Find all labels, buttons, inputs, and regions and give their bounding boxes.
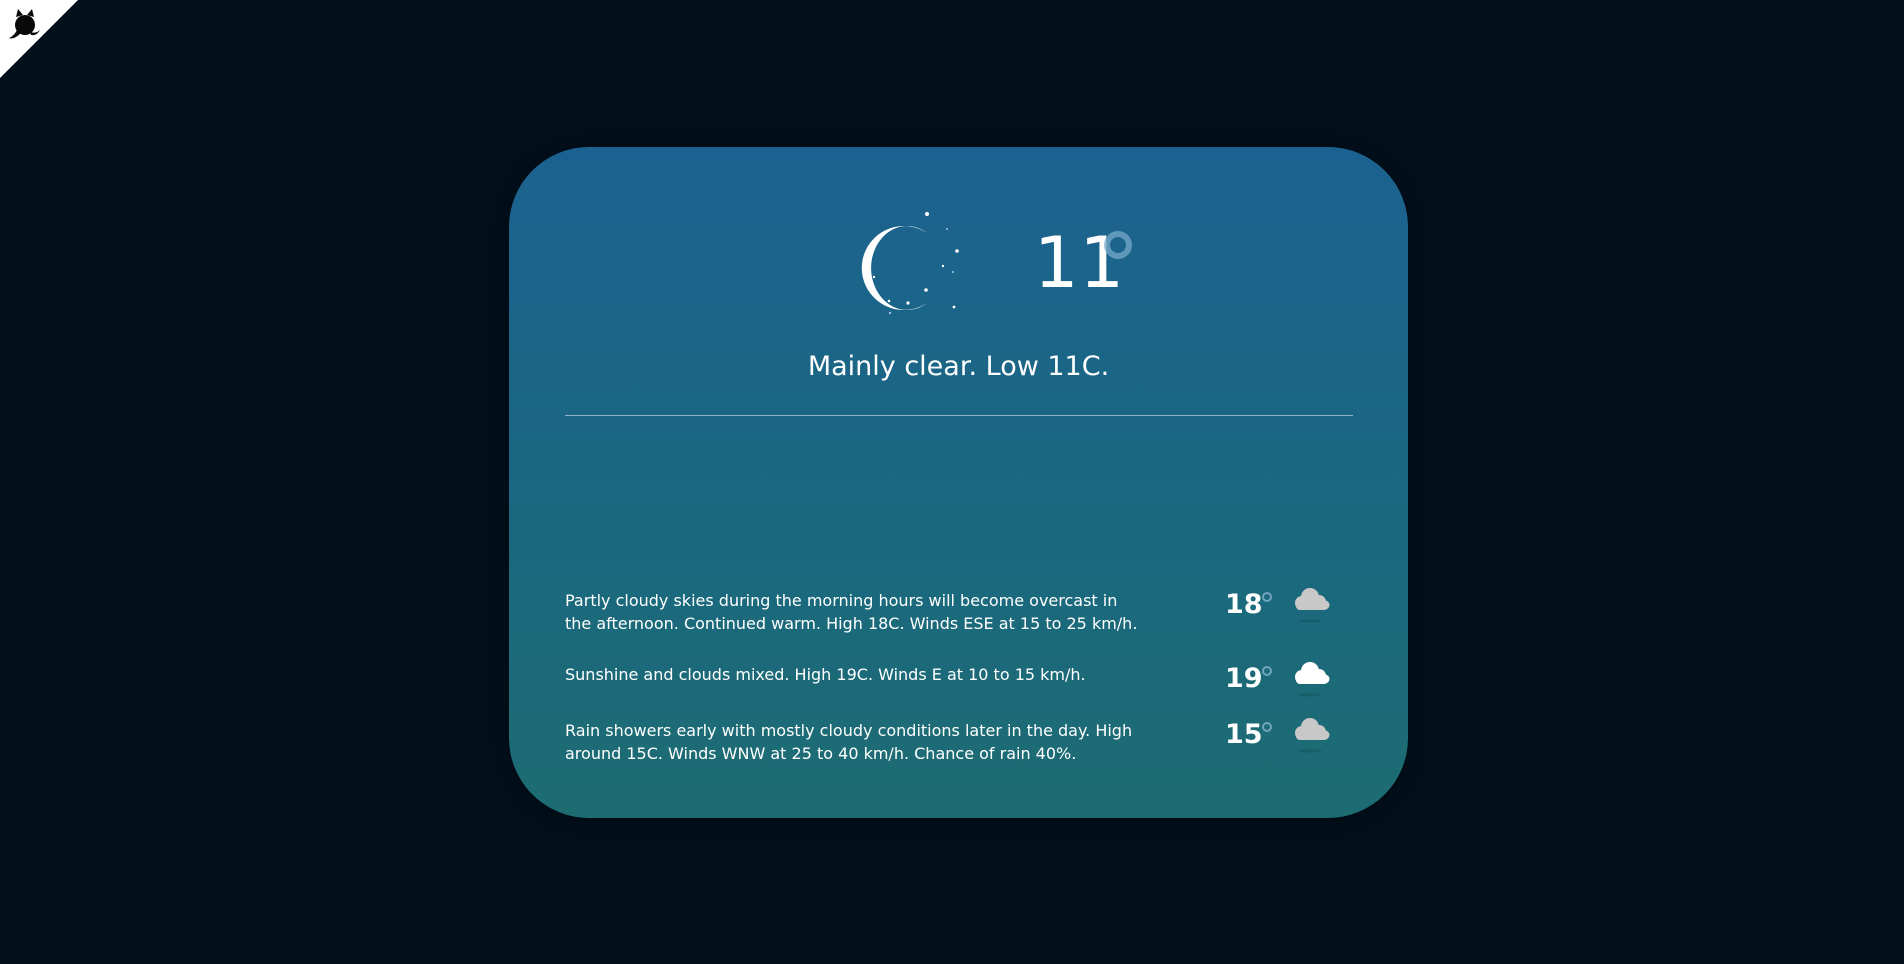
- moon-stars-icon: [861, 212, 959, 315]
- forecast-text: Rain showers early with mostly cloudy co…: [565, 721, 1133, 763]
- forecast-temperature: 18: [1225, 589, 1263, 620]
- degree-symbol-icon: [1262, 722, 1272, 732]
- cloud-icon: [1295, 718, 1330, 753]
- forecast-temperature: 15: [1225, 719, 1263, 750]
- forecast-item: Partly cloudy skies during the morning h…: [565, 588, 1353, 663]
- degree-symbol-icon: [1104, 231, 1132, 259]
- forecast-list: Partly cloudy skies during the morning h…: [565, 588, 1353, 779]
- divider: [565, 415, 1353, 416]
- forecast-text: Partly cloudy skies during the morning h…: [565, 591, 1138, 633]
- forecast-item: Sunshine and clouds mixed. High 19C. Win…: [565, 662, 1353, 719]
- degree-symbol-icon: [1262, 666, 1272, 676]
- forecast-temperature: 19: [1225, 663, 1263, 694]
- degree-symbol-icon: [1262, 592, 1272, 602]
- cloud-icon: [1295, 588, 1330, 623]
- forecast-item: Rain showers early with mostly cloudy co…: [565, 718, 1353, 779]
- weather-card: 11 Mainly clear. Low 11C. Partly cloudy …: [509, 147, 1408, 818]
- cloud-icon: [1295, 662, 1330, 697]
- current-summary: Mainly clear. Low 11C.: [807, 351, 1110, 382]
- github-corner-link[interactable]: [0, 0, 78, 78]
- forecast-text: Sunshine and clouds mixed. High 19C. Win…: [565, 665, 1086, 684]
